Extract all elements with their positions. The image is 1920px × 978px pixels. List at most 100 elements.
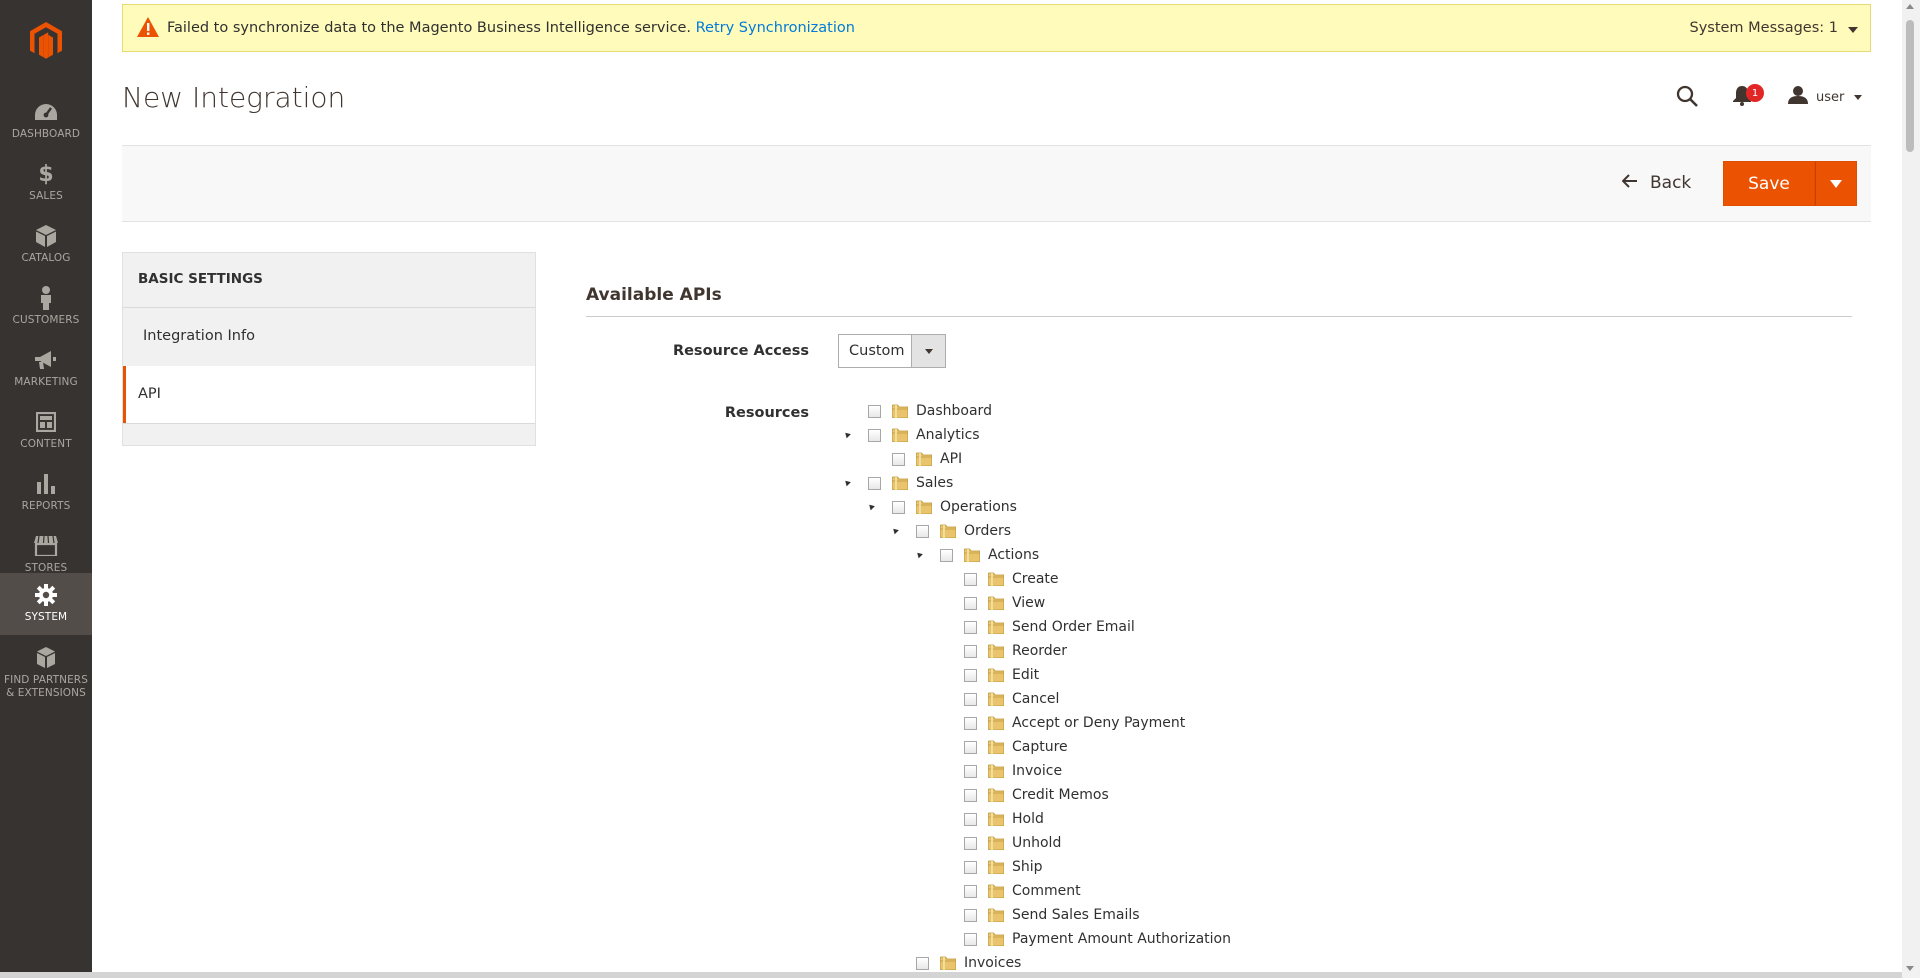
tree-node-label[interactable]: Cancel [1012, 691, 1059, 707]
tree-checkbox[interactable] [964, 860, 977, 874]
folder-icon [915, 452, 933, 467]
tree-checkbox[interactable] [964, 572, 977, 586]
nav-item-system[interactable]: SYSTEM [0, 573, 92, 635]
tree-node-label[interactable]: Invoice [1012, 763, 1062, 779]
resource-access-value: Custom [849, 343, 905, 359]
tree-checkbox[interactable] [868, 404, 881, 418]
back-button[interactable]: Back [1621, 160, 1691, 205]
tree-node-label[interactable]: Analytics [916, 427, 980, 443]
tab-api[interactable]: API [123, 366, 535, 423]
magento-logo-icon[interactable] [0, 0, 92, 82]
expand-toggle-icon[interactable] [891, 526, 899, 535]
tree-node: Send Order Email [964, 617, 1135, 637]
tree-node-label[interactable]: Sales [916, 475, 953, 491]
nav-label: REPORTS [21, 500, 71, 512]
expand-toggle-icon[interactable] [867, 502, 875, 511]
tree-node-label[interactable]: Edit [1012, 667, 1039, 683]
nav-item-dashboard[interactable]: DASHBOARD [0, 90, 92, 152]
scroll-down-icon[interactable] [1906, 966, 1914, 971]
tree-checkbox[interactable] [892, 500, 905, 514]
tree-node-label[interactable]: Create [1012, 571, 1059, 587]
tree-node-label[interactable]: Send Order Email [1012, 619, 1135, 635]
folder-icon [987, 716, 1005, 731]
tree-checkbox[interactable] [964, 908, 977, 922]
tree-checkbox[interactable] [964, 668, 977, 682]
tree-checkbox[interactable] [868, 476, 881, 490]
tree-checkbox[interactable] [964, 932, 977, 946]
bar-chart-icon [33, 472, 59, 496]
search-icon[interactable] [1676, 85, 1698, 111]
tree-checkbox[interactable] [964, 764, 977, 778]
notification-count-badge[interactable]: 1 [1746, 84, 1764, 102]
tree-node-label[interactable]: Orders [964, 523, 1011, 539]
tree-node-label[interactable]: Credit Memos [1012, 787, 1109, 803]
save-options-toggle[interactable] [1815, 161, 1857, 206]
tree-checkbox[interactable] [964, 884, 977, 898]
retry-synchronization-link[interactable]: Retry Synchronization [696, 20, 855, 36]
tab-integration-info[interactable]: Integration Info [123, 308, 535, 366]
tree-checkbox[interactable] [964, 716, 977, 730]
folder-icon [987, 596, 1005, 611]
tree-node-label[interactable]: Unhold [1012, 835, 1061, 851]
tree-node-label[interactable]: Accept or Deny Payment [1012, 715, 1185, 731]
expand-toggle-icon[interactable] [915, 550, 923, 559]
tree-checkbox[interactable] [892, 452, 905, 466]
tree-node-label[interactable]: Comment [1012, 883, 1081, 899]
nav-item-customers[interactable]: CUSTOMERS [0, 276, 92, 338]
tree-checkbox[interactable] [964, 812, 977, 826]
resource-access-select[interactable]: Custom [838, 334, 946, 368]
tree-node: Ship [964, 857, 1043, 877]
settings-tabs: BASIC SETTINGS Integration Info API [122, 252, 536, 446]
tree-checkbox[interactable] [940, 548, 953, 562]
nav-item-reports[interactable]: REPORTS [0, 462, 92, 524]
tree-node-label[interactable]: View [1012, 595, 1045, 611]
megaphone-icon [33, 348, 59, 372]
expand-toggle-icon[interactable] [843, 478, 851, 487]
expand-toggle-icon[interactable] [843, 430, 851, 439]
tree-node-label[interactable]: Actions [988, 547, 1039, 563]
nav-item-marketing[interactable]: MARKETING [0, 338, 92, 400]
tree-checkbox[interactable] [964, 692, 977, 706]
nav-item-find-partners[interactable]: FIND PARTNERS & EXTENSIONS [0, 636, 92, 712]
tree-checkbox[interactable] [964, 596, 977, 610]
tree-node-label[interactable]: Hold [1012, 811, 1044, 827]
tree-checkbox[interactable] [964, 620, 977, 634]
scroll-up-icon[interactable] [1906, 4, 1914, 9]
tree-checkbox[interactable] [964, 740, 977, 754]
nav-label: CONTENT [20, 438, 72, 450]
folder-icon [891, 428, 909, 443]
folder-icon [987, 812, 1005, 827]
tree-node-label[interactable]: API [940, 451, 962, 467]
tree-node: Actions [915, 545, 1039, 565]
system-messages-count[interactable]: System Messages: 1 [1689, 20, 1838, 36]
tree-node-label[interactable]: Payment Amount Authorization [1012, 931, 1231, 947]
nav-item-sales[interactable]: $ SALES [0, 152, 92, 214]
tree-node: Reorder [964, 641, 1067, 661]
tree-node-label[interactable]: Reorder [1012, 643, 1067, 659]
tree-node: Payment Amount Authorization [964, 929, 1231, 949]
user-icon [1788, 86, 1808, 108]
tree-node-label[interactable]: Capture [1012, 739, 1068, 755]
tree-checkbox[interactable] [964, 788, 977, 802]
tree-checkbox[interactable] [868, 428, 881, 442]
folder-icon [987, 788, 1005, 803]
tree-node: Create [964, 569, 1059, 589]
tree-node-label[interactable]: Dashboard [916, 403, 992, 419]
tree-node-label[interactable]: Invoices [964, 955, 1021, 971]
nav-item-catalog[interactable]: CATALOG [0, 214, 92, 276]
tree-node-label[interactable]: Operations [940, 499, 1017, 515]
tree-checkbox[interactable] [916, 956, 929, 970]
tree-checkbox[interactable] [916, 524, 929, 538]
tree-checkbox[interactable] [964, 836, 977, 850]
tree-node-label[interactable]: Send Sales Emails [1012, 907, 1140, 923]
tree-checkbox[interactable] [964, 644, 977, 658]
save-button[interactable]: Save [1723, 161, 1815, 206]
chevron-down-icon[interactable] [1848, 27, 1858, 33]
resource-access-label: Resource Access [672, 343, 809, 359]
folder-icon [987, 620, 1005, 635]
tree-node-label[interactable]: Ship [1012, 859, 1043, 875]
scrollbar-thumb[interactable] [1906, 20, 1914, 152]
user-account-menu[interactable]: user [1788, 86, 1863, 108]
nav-item-content[interactable]: CONTENT [0, 400, 92, 462]
tree-node: Accept or Deny Payment [964, 713, 1185, 733]
